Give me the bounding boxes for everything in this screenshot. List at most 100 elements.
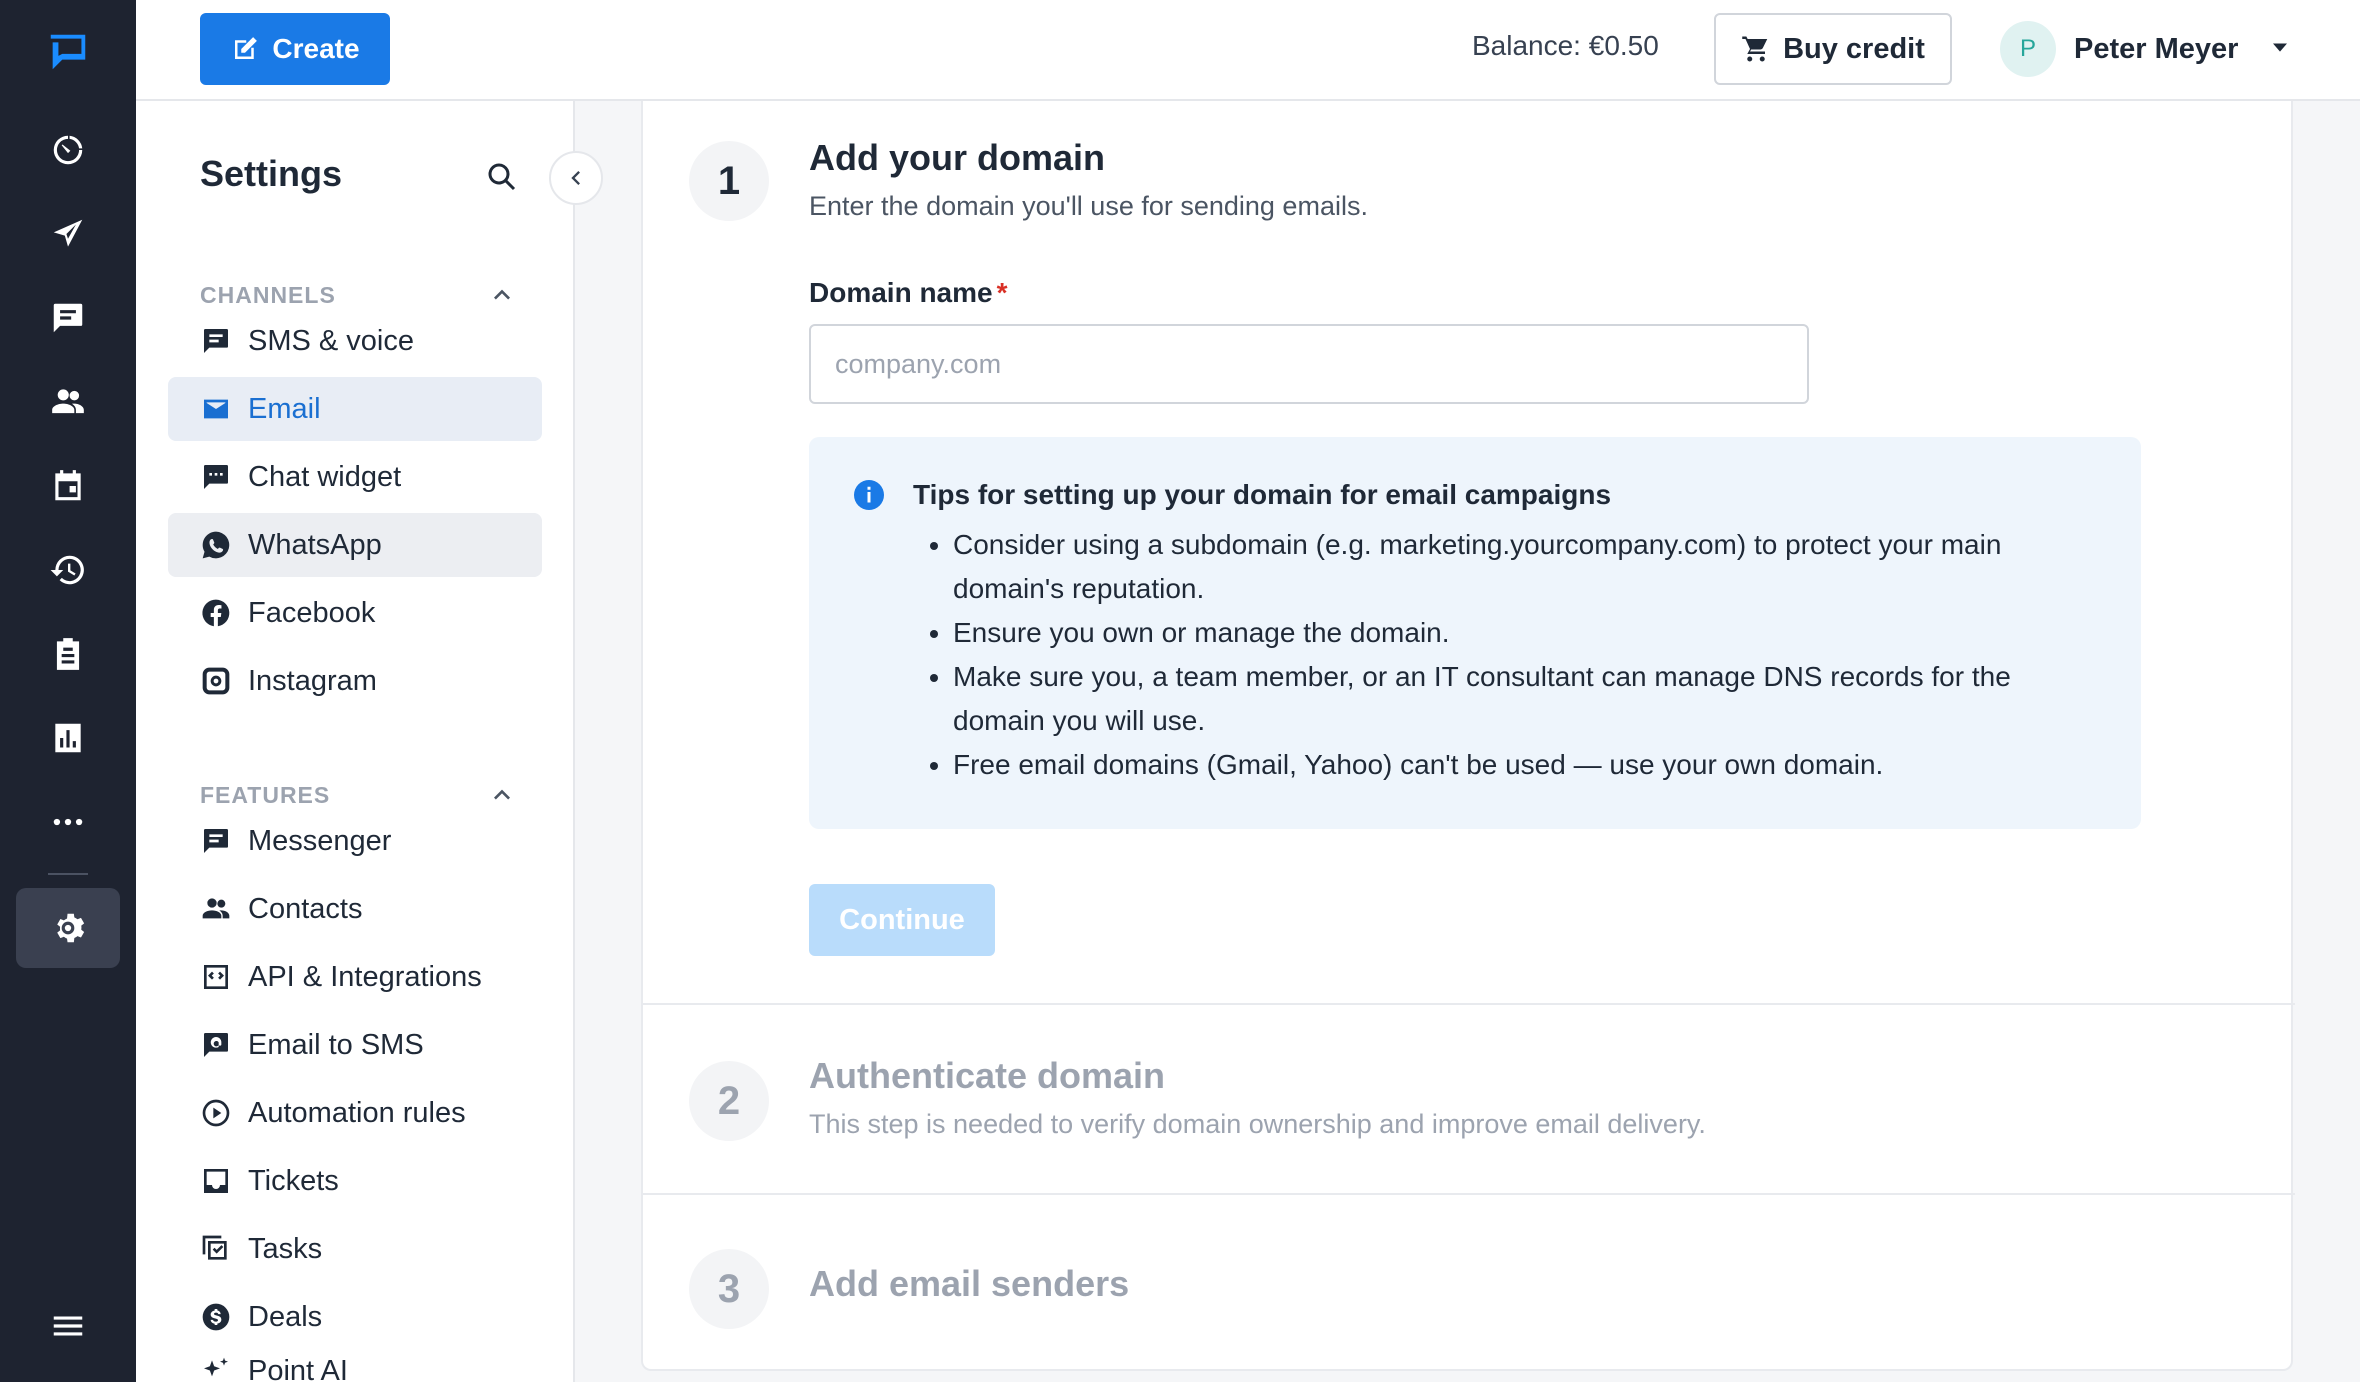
automation-icon xyxy=(202,1099,230,1127)
channels-heading: CHANNELS xyxy=(200,281,336,308)
whatsapp-icon xyxy=(202,531,230,559)
nav-automation-rules[interactable]: Automation rules xyxy=(168,1081,542,1145)
settings-search-button[interactable] xyxy=(484,159,520,195)
nav-messenger[interactable]: Messenger xyxy=(168,809,542,873)
nav-label: SMS & voice xyxy=(248,324,414,357)
buy-credit-button[interactable]: Buy credit xyxy=(1714,13,1952,85)
rail-more[interactable] xyxy=(16,782,120,862)
rail-tasks[interactable] xyxy=(16,614,120,694)
avatar: P xyxy=(2000,21,2056,77)
rail-settings[interactable] xyxy=(16,888,120,968)
nav-label: Automation rules xyxy=(248,1096,466,1129)
step-1-subtitle: Enter the domain you'll use for sending … xyxy=(809,191,1368,221)
nav-label: Email to SMS xyxy=(248,1028,424,1061)
nav-label: Point AI xyxy=(248,1355,348,1382)
rail-messenger[interactable] xyxy=(16,278,120,358)
tip-item: Consider using a subdomain (e.g. marketi… xyxy=(953,523,2103,611)
create-button-label: Create xyxy=(272,33,360,64)
history-icon xyxy=(50,555,84,585)
chat-widget-icon xyxy=(204,465,228,489)
app-logo[interactable] xyxy=(16,12,120,92)
top-bar: Create Balance: €0.50 Buy credit P Peter… xyxy=(136,0,2360,101)
collapse-sidebar-button[interactable] xyxy=(549,151,603,205)
nav-instagram[interactable]: Instagram xyxy=(168,649,542,713)
edit-icon xyxy=(235,37,258,59)
chevron-up-icon xyxy=(494,789,510,800)
email-to-sms-icon xyxy=(204,1033,228,1057)
chevron-left-icon xyxy=(571,171,580,185)
continue-button[interactable]: Continue xyxy=(809,884,995,956)
email-icon xyxy=(204,399,228,419)
search-icon xyxy=(488,163,516,191)
nav-sms-voice[interactable]: SMS & voice xyxy=(168,309,542,373)
domain-setup-card: 1 Add your domain Enter the domain you'l… xyxy=(641,101,2295,1371)
app-rail xyxy=(0,0,136,1382)
chat-icon xyxy=(53,303,83,333)
nav-point-ai[interactable]: Point AI xyxy=(168,1353,542,1382)
nav-label: API & Integrations xyxy=(248,960,482,993)
nav-contacts[interactable]: Contacts xyxy=(168,877,542,941)
nav-label: Chat widget xyxy=(248,460,402,493)
chevron-up-icon xyxy=(494,289,510,300)
contacts-icon xyxy=(52,389,84,414)
nav-facebook[interactable]: Facebook xyxy=(168,581,542,645)
analytics-icon xyxy=(55,723,81,753)
create-button[interactable]: Create xyxy=(200,13,390,85)
balance-display: Balance: €0.50 xyxy=(1472,30,1659,61)
tip-item: Make sure you, a team member, or an IT c… xyxy=(953,655,2103,743)
nav-whatsapp[interactable]: WhatsApp xyxy=(168,513,542,577)
rail-campaigns[interactable] xyxy=(16,194,120,274)
nav-email-to-sms[interactable]: Email to SMS xyxy=(168,1013,542,1077)
features-heading: FEATURES xyxy=(200,781,331,808)
tickets-icon xyxy=(204,1169,228,1193)
nav-label: WhatsApp xyxy=(248,528,382,561)
nav-email[interactable]: Email xyxy=(168,377,542,441)
settings-icon xyxy=(57,913,85,943)
user-menu[interactable]: P Peter Meyer xyxy=(2000,20,2294,78)
step-3-number: 3 xyxy=(689,1249,769,1329)
nav-deals[interactable]: Deals xyxy=(168,1285,542,1349)
menu-icon xyxy=(53,1316,83,1336)
step-2-subtitle: This step is needed to verify domain own… xyxy=(809,1109,1706,1139)
rail-divider xyxy=(48,873,88,875)
nav-label: Email xyxy=(248,392,321,425)
required-mark: * xyxy=(996,277,1008,308)
nav-label: Tickets xyxy=(248,1164,339,1197)
tips-title: Tips for setting up your domain for emai… xyxy=(913,479,1612,510)
cart-icon xyxy=(1742,36,1768,62)
rail-calendar[interactable] xyxy=(16,446,120,526)
step-1-number: 1 xyxy=(689,141,769,221)
nav-api-integrations[interactable]: API & Integrations xyxy=(168,945,542,1009)
tip-item: Free email domains (Gmail, Yahoo) can't … xyxy=(953,743,2103,787)
logo-icon xyxy=(50,34,86,70)
step-2-title: Authenticate domain xyxy=(809,1055,1166,1096)
info-icon xyxy=(851,477,887,513)
tip-item: Ensure you own or manage the domain. xyxy=(953,611,2103,655)
nav-label: Facebook xyxy=(248,596,376,629)
settings-title: Settings xyxy=(200,153,343,194)
messenger-icon xyxy=(204,829,228,853)
step-divider xyxy=(643,1003,2295,1005)
rail-analytics[interactable] xyxy=(16,698,120,778)
domain-name-input[interactable] xyxy=(809,324,1809,404)
rail-contacts[interactable] xyxy=(16,362,120,442)
rail-menu[interactable] xyxy=(16,1286,120,1366)
step-2-number: 2 xyxy=(689,1061,769,1141)
nav-tasks[interactable]: Tasks xyxy=(168,1217,542,1281)
user-name: Peter Meyer xyxy=(2074,32,2239,65)
facebook-icon xyxy=(202,599,230,627)
sms-icon xyxy=(204,329,228,353)
rail-history[interactable] xyxy=(16,530,120,610)
step-3-title: Add email senders xyxy=(809,1263,1130,1304)
rail-dashboard[interactable] xyxy=(16,110,120,190)
domain-name-label: Domain name * xyxy=(809,277,1008,309)
step-1-title: Add your domain xyxy=(809,137,1105,178)
api-icon xyxy=(204,965,228,989)
tips-box: Tips for setting up your domain for emai… xyxy=(809,437,2141,829)
nav-chat-widget[interactable]: Chat widget xyxy=(168,445,542,509)
nav-tickets[interactable]: Tickets xyxy=(168,1149,542,1213)
domain-name-label-text: Domain name xyxy=(809,277,993,308)
step-divider xyxy=(643,1193,2295,1195)
deals-icon xyxy=(202,1303,230,1331)
nav-label: Tasks xyxy=(248,1232,323,1265)
